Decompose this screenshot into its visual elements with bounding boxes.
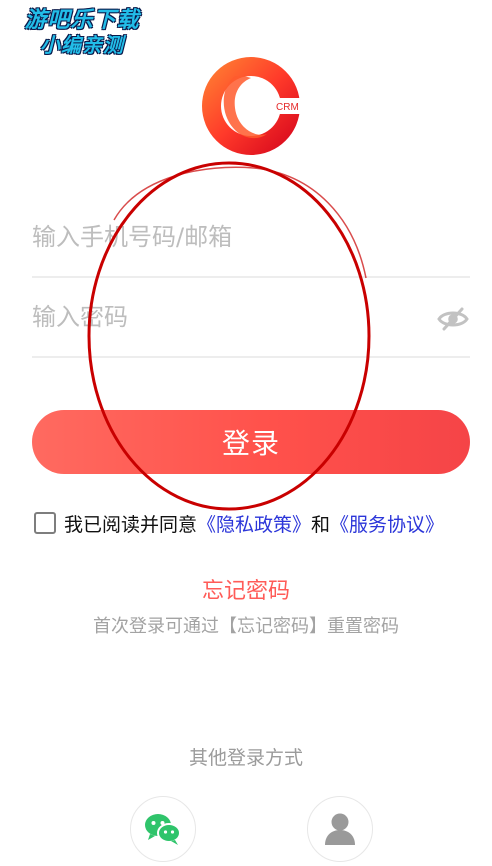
- crm-logo-icon: CRM: [202, 57, 301, 155]
- watermark: 游吧乐下载 小编亲测: [12, 10, 152, 62]
- phone-email-input[interactable]: [32, 198, 470, 276]
- login-button[interactable]: 登录: [32, 410, 470, 474]
- phone-email-field[interactable]: [32, 198, 470, 278]
- agreement-row: 我已阅读并同意 《隐私政策》 和 《服务协议》: [34, 509, 474, 537]
- watermark-line1: 游吧乐下载: [24, 8, 140, 33]
- logo-text: CRM: [276, 102, 299, 113]
- password-visibility-toggle[interactable]: [436, 305, 470, 333]
- watermark-line2: 小编亲测: [40, 33, 124, 57]
- password-input[interactable]: [32, 278, 470, 356]
- agreement-checkbox[interactable]: [34, 512, 56, 534]
- agreement-and: 和: [311, 513, 331, 536]
- app-logo: CRM: [201, 56, 301, 156]
- privacy-policy-link[interactable]: 《隐私政策》: [197, 510, 311, 537]
- other-login-label: 其他登录方式: [188, 747, 303, 769]
- agreement-prefix: 我已阅读并同意: [64, 513, 198, 536]
- forgot-password-link[interactable]: 忘记密码: [0, 573, 492, 605]
- wechat-icon: [145, 814, 181, 845]
- service-agreement-link[interactable]: 《服务协议》: [330, 510, 444, 537]
- forgot-password-hint: 首次登录可通过【忘记密码】重置密码: [93, 616, 399, 637]
- password-field[interactable]: [32, 278, 470, 358]
- account-login-button[interactable]: [307, 796, 373, 862]
- user-icon: [325, 813, 355, 845]
- eye-off-icon: [437, 307, 469, 331]
- wechat-login-button[interactable]: [130, 796, 196, 862]
